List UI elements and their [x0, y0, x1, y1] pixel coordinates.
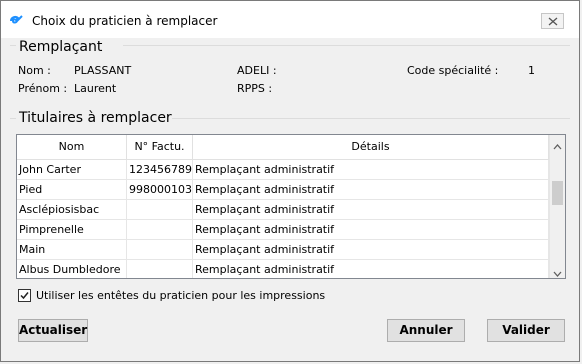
rpps-label: RPPS : [237, 82, 273, 95]
close-icon [548, 17, 558, 26]
code-specialite-value: 1 [528, 64, 535, 77]
cell-factu [127, 260, 193, 278]
vertical-scrollbar[interactable] [549, 135, 565, 278]
table-row[interactable]: Albus Dumbledore Remplaçant administrati… [17, 260, 549, 278]
group-border [10, 118, 16, 119]
cell-nom: Pied [17, 180, 127, 199]
column-header-nom[interactable]: Nom [17, 135, 127, 159]
adeli-label: ADELI : [237, 64, 277, 77]
nom-label: Nom : [18, 64, 51, 77]
cell-nom: John Carter [17, 160, 127, 179]
table-row[interactable]: Pimprenelle Remplaçant administratif [17, 220, 549, 240]
group-border [172, 118, 570, 119]
table-row[interactable]: Main Remplaçant administratif [17, 240, 549, 260]
close-button[interactable] [541, 13, 564, 29]
code-specialite-label: Code spécialité : [407, 64, 499, 77]
table-row[interactable]: Pied 998000103 Remplaçant administratif [17, 180, 549, 200]
column-header-details[interactable]: Détails [193, 135, 549, 159]
column-header-factu[interactable]: N° Factu. [127, 135, 193, 159]
nom-value: PLASSANT [74, 64, 132, 77]
cell-nom: Asclépiosisbac [17, 200, 127, 219]
cell-factu [127, 240, 193, 259]
checkmark-icon [20, 292, 29, 300]
window-title: Choix du praticien à remplacer [32, 14, 218, 28]
cell-factu [127, 220, 193, 239]
cell-details: Remplaçant administratif [193, 180, 549, 199]
title-bar: Choix du praticien à remplacer [1, 1, 579, 38]
table-row[interactable]: John Carter 123456789 Remplaçant adminis… [17, 160, 549, 180]
prenom-value: Laurent [74, 82, 117, 95]
cancel-button[interactable]: Annuler [387, 319, 465, 342]
scroll-down-icon[interactable] [553, 267, 562, 278]
remplacant-group-title: Remplaçant [19, 39, 103, 55]
table-row[interactable]: Asclépiosisbac Remplaçant administratif [17, 200, 549, 220]
group-border [123, 45, 570, 46]
cell-factu [127, 200, 193, 219]
titulaires-table: Nom N° Factu. Détails John Carter 123456… [16, 134, 566, 279]
dialog-window: Choix du praticien à remplacer Remplaçan… [0, 0, 580, 362]
cell-details: Remplaçant administratif [193, 240, 549, 259]
group-border [10, 45, 16, 46]
scrollbar-thumb[interactable] [552, 181, 563, 205]
table-header: Nom N° Factu. Détails [17, 135, 549, 160]
refresh-button[interactable]: Actualiser [18, 319, 88, 342]
cell-nom: Main [17, 240, 127, 259]
cell-nom: Albus Dumbledore [17, 260, 127, 278]
validate-button[interactable]: Valider [487, 319, 565, 342]
use-headers-checkbox[interactable] [18, 289, 31, 302]
cell-details: Remplaçant administratif [193, 220, 549, 239]
cell-factu: 998000103 [127, 180, 193, 199]
titulaires-group-title: Titulaires à remplacer [19, 110, 172, 126]
cell-details: Remplaçant administratif [193, 200, 549, 219]
prenom-label: Prénom : [18, 82, 68, 95]
cell-factu: 123456789 [127, 160, 193, 179]
cell-details: Remplaçant administratif [193, 260, 549, 278]
use-headers-label[interactable]: Utiliser les entêtes du praticien pour l… [36, 289, 325, 302]
cell-nom: Pimprenelle [17, 220, 127, 239]
app-logo-icon [10, 15, 23, 26]
scroll-up-icon[interactable] [553, 140, 562, 153]
cell-details: Remplaçant administratif [193, 160, 549, 179]
